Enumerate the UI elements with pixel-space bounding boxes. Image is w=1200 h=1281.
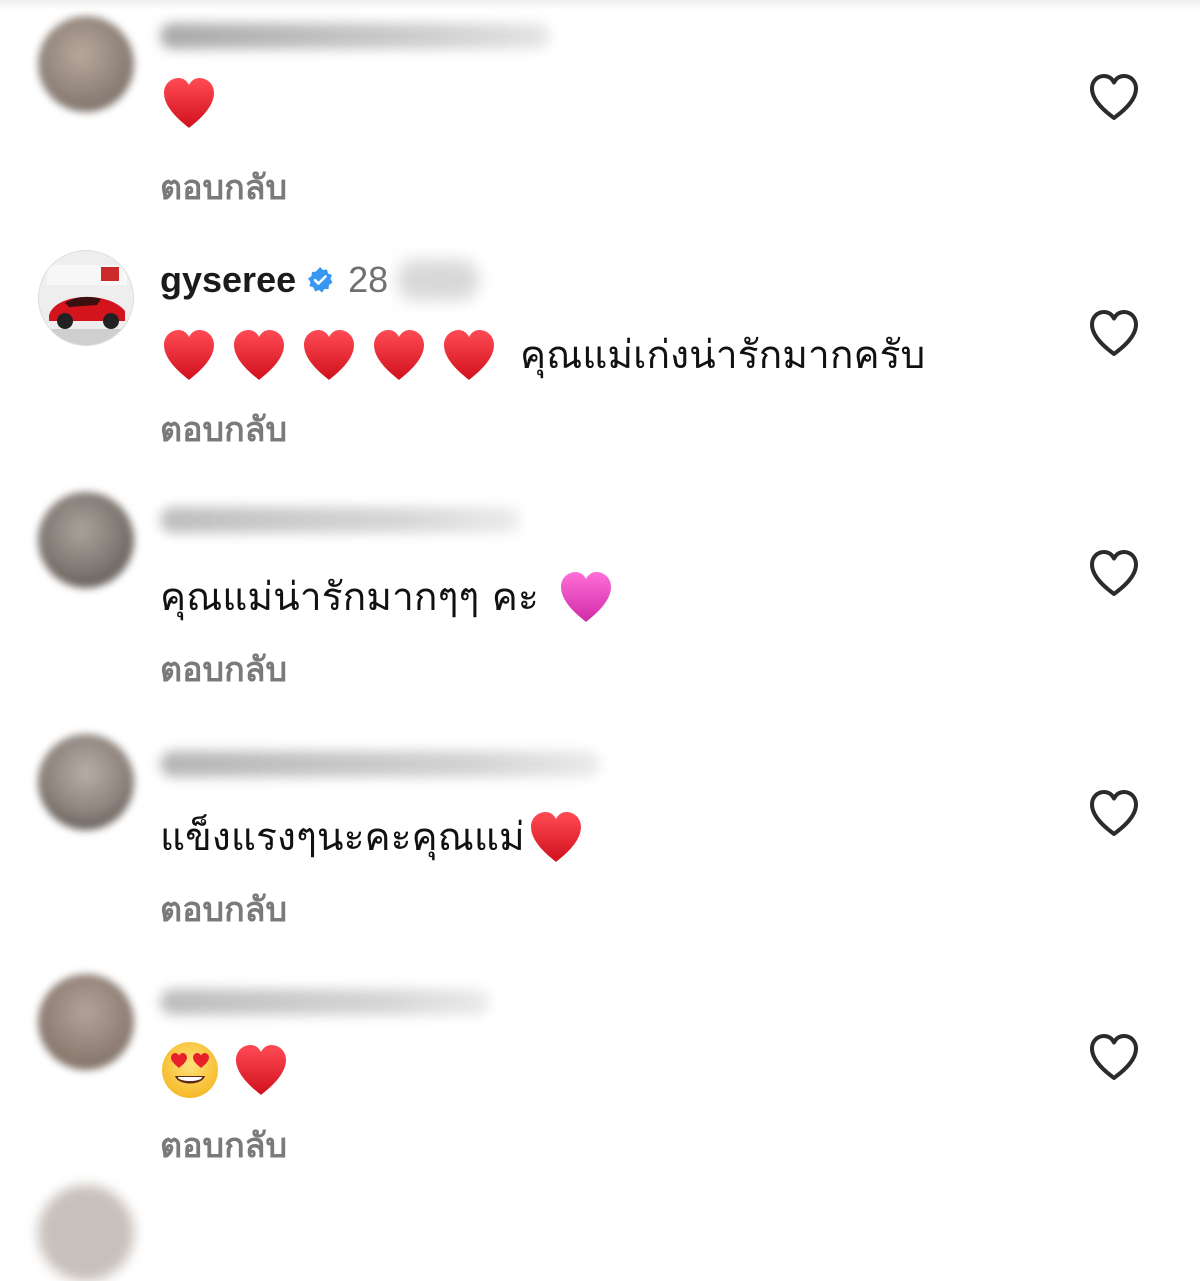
- comment-header: gyseree 28: [160, 258, 479, 302]
- timestamp: 28: [348, 259, 389, 300]
- red-heart-emoji: [440, 328, 498, 382]
- comment-item: แข็งแรงๆนะคะคุณแม่ ตอบกลับ: [0, 720, 1200, 960]
- comment-item: gyseree 28 คุณแม่เก่งน่ารักมากครับ ตอบกล…: [0, 240, 1200, 480]
- avatar[interactable]: [38, 734, 134, 830]
- username-blurred[interactable]: [160, 507, 520, 533]
- comment-text: แข็งแรงๆนะคะคุณแม่: [160, 806, 585, 868]
- ferrari-car-image: [39, 251, 133, 345]
- red-heart-emoji: [160, 76, 218, 130]
- comment-header: [160, 742, 600, 786]
- username-blurred[interactable]: [160, 989, 490, 1015]
- reply-button[interactable]: ตอบกลับ: [160, 642, 287, 696]
- reply-button[interactable]: ตอบกลับ: [160, 882, 287, 936]
- comment-message: คุณแม่น่ารักมากๆๆ คะ: [160, 575, 539, 620]
- comment-header: [160, 14, 550, 58]
- heart-outline-icon[interactable]: [1087, 72, 1141, 122]
- comment-text: [160, 76, 230, 130]
- avatar[interactable]: [38, 974, 134, 1070]
- heart-outline-icon[interactable]: [1087, 1032, 1141, 1082]
- red-heart-emoji: [160, 328, 218, 382]
- avatar[interactable]: [38, 492, 134, 588]
- red-heart-emoji: [527, 810, 585, 864]
- heart-eyes-emoji: [162, 1042, 218, 1098]
- reply-button[interactable]: ตอบกลับ: [160, 1118, 287, 1172]
- avatar[interactable]: [38, 1185, 134, 1281]
- comment-text: คุณแม่เก่งน่ารักมากครับ: [160, 324, 925, 386]
- username[interactable]: gyseree: [160, 259, 296, 301]
- red-heart-emoji: [230, 328, 288, 382]
- comment-item: ตอบกลับ: [0, 0, 1200, 240]
- pink-heart-emoji: [557, 570, 615, 624]
- comment-message: แข็งแรงๆนะคะคุณแม่: [160, 815, 525, 860]
- avatar[interactable]: [38, 250, 134, 346]
- comment-text: [160, 1040, 302, 1100]
- username-blurred[interactable]: [160, 751, 600, 777]
- heart-outline-icon[interactable]: [1087, 788, 1141, 838]
- comment-header: [160, 498, 520, 542]
- comment-item: ตอบกลับ: [0, 960, 1200, 1200]
- heart-outline-icon[interactable]: [1087, 308, 1141, 358]
- verified-badge-icon: [308, 267, 333, 293]
- username-blurred[interactable]: [160, 23, 550, 49]
- red-heart-emoji: [300, 328, 358, 382]
- red-heart-emoji: [370, 328, 428, 382]
- avatar[interactable]: [38, 16, 134, 112]
- comment-message: คุณแม่เก่งน่ารักมากครับ: [520, 333, 926, 378]
- timestamp-blurred: [398, 260, 479, 300]
- comment-header: [160, 980, 490, 1024]
- comment-item: คุณแม่น่ารักมากๆๆ คะ ตอบกลับ: [0, 480, 1200, 720]
- reply-button[interactable]: ตอบกลับ: [160, 402, 287, 456]
- reply-button[interactable]: ตอบกลับ: [160, 160, 287, 214]
- comment-text: คุณแม่น่ารักมากๆๆ คะ: [160, 566, 615, 628]
- red-heart-emoji: [232, 1043, 290, 1097]
- heart-outline-icon[interactable]: [1087, 548, 1141, 598]
